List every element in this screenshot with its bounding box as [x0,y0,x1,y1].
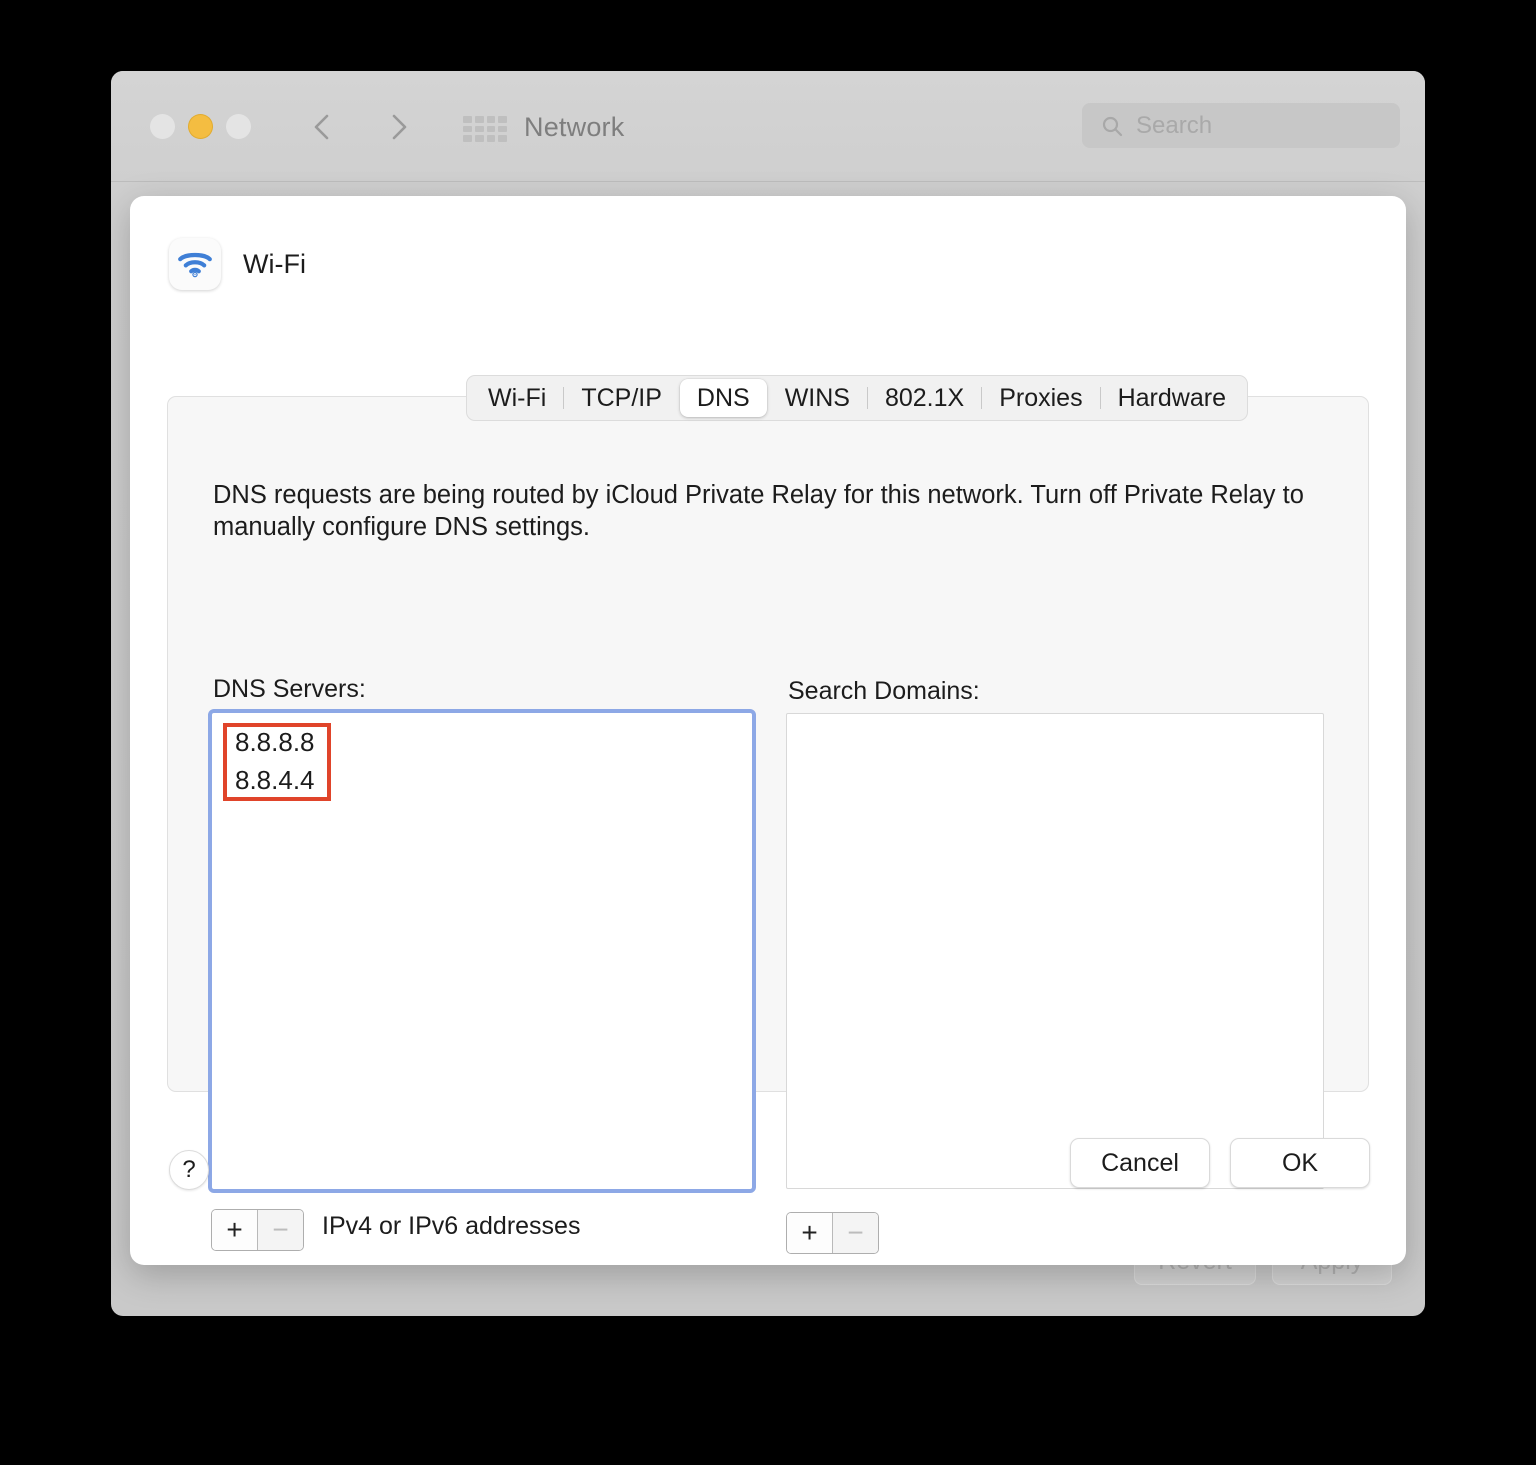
dns-servers-list[interactable]: 8.8.8.8 8.8.4.4 [208,709,756,1193]
tab-8021x[interactable]: 802.1X [868,379,981,417]
help-button[interactable]: ? [169,1150,209,1190]
tab-wins[interactable]: WINS [768,379,867,417]
add-dns-server-button[interactable]: + [212,1210,257,1250]
tab-proxies[interactable]: Proxies [982,379,1099,417]
service-name: Wi-Fi [243,248,306,279]
forward-icon[interactable] [381,109,415,145]
tab-hardware[interactable]: Hardware [1101,379,1243,417]
tab-tcpip[interactable]: TCP/IP [564,379,679,417]
dns-panel: DNS requests are being routed by iCloud … [167,396,1369,1254]
private-relay-notice: DNS requests are being routed by iCloud … [213,481,1304,542]
dns-servers-hint: IPv4 or IPv6 addresses [322,1212,581,1240]
search-domains-label: Search Domains: [788,677,980,705]
list-item[interactable]: 8.8.8.8 [235,727,315,758]
zoom-button[interactable] [226,114,251,139]
minimize-button[interactable] [188,114,213,139]
search-icon [1100,114,1124,138]
search-input[interactable] [1134,110,1388,141]
search-domains-add-remove-group: + − [786,1212,879,1254]
dns-servers-list-content[interactable]: 8.8.8.8 8.8.4.4 [212,713,752,1189]
list-item[interactable]: 8.8.4.4 [235,765,315,796]
ok-button[interactable]: OK [1230,1138,1370,1188]
cancel-button[interactable]: Cancel [1070,1138,1210,1188]
show-all-grid-icon[interactable] [463,116,507,142]
dns-servers-label: DNS Servers: [213,675,366,703]
add-search-domain-button[interactable]: + [787,1213,832,1253]
search-domains-list[interactable] [786,713,1324,1189]
page-title: Network [524,112,625,142]
network-preferences-window: Network Revert Apply W [111,71,1425,1316]
dns-servers-add-remove-group: + − [211,1209,304,1251]
tab-dns[interactable]: DNS [679,379,767,417]
service-header: Wi-Fi [169,238,306,290]
wifi-icon [169,238,221,290]
close-button[interactable] [150,114,175,139]
dns-settings-sheet: Wi-Fi Wi-Fi TCP/IP DNS WINS 802.1X Proxi… [130,196,1406,1265]
window-titlebar: Network [111,71,1425,182]
back-icon[interactable] [306,109,340,145]
tab-wifi[interactable]: Wi-Fi [471,379,563,417]
remove-search-domain-button[interactable]: − [833,1213,878,1253]
tab-bar: Wi-Fi TCP/IP DNS WINS 802.1X Proxies Har… [466,375,1248,421]
remove-dns-server-button[interactable]: − [258,1210,303,1250]
search-field[interactable] [1082,103,1400,148]
